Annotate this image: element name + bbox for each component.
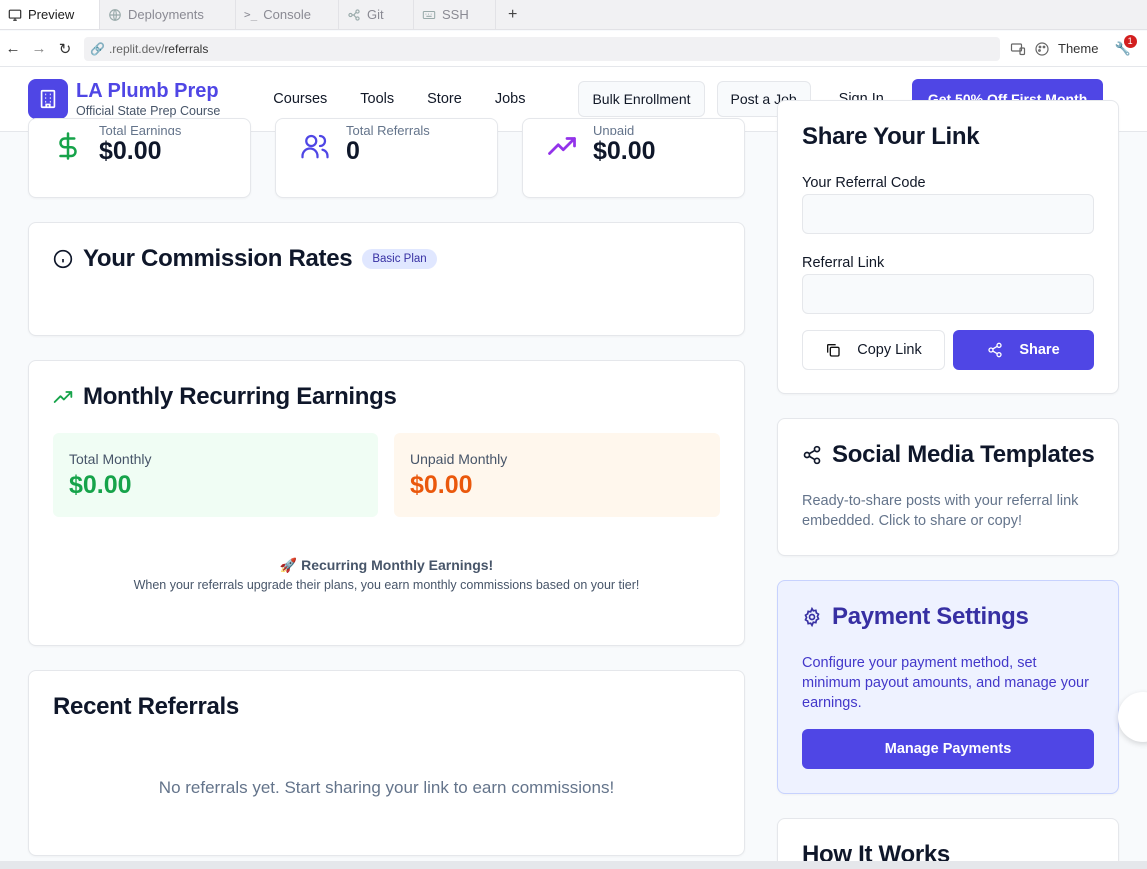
tab-ssh[interactable]: SSH bbox=[414, 0, 496, 29]
total-monthly-label: Total Monthly bbox=[69, 451, 152, 467]
payment-settings-card: Payment Settings Configure your payment … bbox=[777, 580, 1119, 794]
brand-tagline: Official State Prep Course bbox=[76, 104, 221, 118]
dollar-icon bbox=[59, 132, 77, 160]
stat-label: Total Earnings bbox=[99, 123, 182, 135]
nav-courses[interactable]: Courses bbox=[273, 91, 327, 107]
tab-label: Deployments bbox=[128, 7, 204, 22]
tab-label: Git bbox=[367, 7, 384, 22]
bulk-enrollment-button[interactable]: Bulk Enrollment bbox=[578, 81, 705, 117]
unpaid-monthly-box: Unpaid Monthly $0.00 bbox=[394, 433, 720, 517]
building-icon bbox=[40, 89, 56, 109]
logo[interactable] bbox=[28, 79, 68, 119]
link-icon: 🔗 bbox=[90, 41, 105, 56]
horizontal-scrollbar[interactable] bbox=[0, 861, 1147, 869]
share-icon bbox=[988, 342, 1003, 358]
git-icon bbox=[348, 8, 360, 21]
card-title: Your Commission Rates bbox=[83, 245, 353, 272]
total-monthly-value: $0.00 bbox=[69, 471, 132, 499]
address-bar: ← → ↻ 🔗 .replit.dev/referrals Theme 🔧 1 bbox=[0, 31, 1147, 67]
monthly-earnings-card: Monthly Recurring Earnings Total Monthly… bbox=[28, 360, 745, 646]
stat-label: Total Referrals bbox=[346, 123, 430, 135]
total-monthly-box: Total Monthly $0.00 bbox=[53, 433, 378, 517]
share-link-card: Share Your Link Your Referral Code Refer… bbox=[777, 100, 1119, 394]
empty-referrals-message: No referrals yet. Start sharing your lin… bbox=[158, 778, 615, 797]
tab-console[interactable]: >_ Console bbox=[236, 0, 339, 29]
card-title: Monthly Recurring Earnings bbox=[83, 383, 397, 410]
unpaid-monthly-value: $0.00 bbox=[410, 471, 473, 499]
social-templates-description: Ready-to-share posts with your referral … bbox=[802, 493, 1079, 529]
recurring-note-title: Recurring Monthly Earnings! bbox=[301, 557, 494, 573]
social-templates-card: Social Media Templates Ready-to-share po… bbox=[777, 418, 1119, 556]
devices-icon[interactable] bbox=[1010, 41, 1026, 57]
plan-badge: Basic Plan bbox=[362, 249, 437, 269]
payment-settings-description: Configure your payment method, set minim… bbox=[802, 655, 1089, 711]
card-title: Payment Settings bbox=[832, 603, 1029, 630]
stat-value: $0.00 bbox=[593, 137, 656, 165]
stat-card-referrals: Total Referrals 0 bbox=[275, 118, 498, 198]
palette-icon[interactable] bbox=[1034, 41, 1050, 57]
terminal-icon: >_ bbox=[244, 8, 258, 21]
card-title: Recent Referrals bbox=[53, 693, 239, 720]
manage-payments-button[interactable]: Manage Payments bbox=[802, 729, 1094, 769]
floating-chat-button[interactable] bbox=[1118, 692, 1147, 742]
card-title: Share Your Link bbox=[802, 123, 980, 150]
stat-value: $0.00 bbox=[99, 137, 162, 165]
tab-git[interactable]: Git bbox=[339, 0, 414, 29]
referral-code-field[interactable] bbox=[802, 194, 1094, 234]
referral-link-label: Referral Link bbox=[802, 255, 885, 271]
share-label: Share bbox=[1019, 342, 1060, 358]
tab-preview[interactable]: Preview bbox=[0, 0, 100, 29]
monitor-icon bbox=[8, 9, 22, 21]
trending-up-icon bbox=[548, 137, 576, 155]
stat-value: 0 bbox=[346, 137, 360, 165]
brand-name[interactable]: LA Plumb Prep bbox=[76, 80, 220, 103]
copy-link-button[interactable]: Copy Link bbox=[802, 330, 945, 370]
recurring-note-text: When your referrals upgrade their plans,… bbox=[133, 578, 640, 592]
main-nav: Courses Tools Store Jobs bbox=[273, 91, 525, 107]
users-icon bbox=[301, 134, 329, 159]
commission-rates-card: Your Commission Rates Basic Plan bbox=[28, 222, 745, 336]
card-title: Social Media Templates bbox=[832, 441, 1095, 468]
tab-deployments[interactable]: Deployments bbox=[100, 0, 236, 29]
workspace-tab-bar: Preview Deployments >_ Console Git SSH + bbox=[0, 0, 1147, 30]
unpaid-monthly-label: Unpaid Monthly bbox=[410, 451, 508, 467]
tab-label: Console bbox=[263, 7, 311, 22]
referral-code-label: Your Referral Code bbox=[802, 175, 926, 191]
recent-referrals-card: Recent Referrals No referrals yet. Start… bbox=[28, 670, 745, 856]
url-host: .replit.dev/ bbox=[108, 41, 165, 56]
tab-label: Preview bbox=[28, 7, 75, 22]
wrench-icon[interactable]: 🔧 1 bbox=[1114, 34, 1137, 57]
add-tab-button[interactable]: + bbox=[496, 0, 529, 29]
share-icon bbox=[803, 445, 821, 465]
back-icon[interactable]: ← bbox=[0, 40, 26, 57]
stat-card-earnings: Total Earnings $0.00 bbox=[28, 118, 251, 198]
url-field[interactable]: 🔗 .replit.dev/referrals bbox=[84, 36, 1000, 61]
share-button[interactable]: Share bbox=[953, 330, 1094, 370]
info-icon bbox=[53, 249, 73, 269]
stat-card-unpaid: Unpaid $0.00 bbox=[522, 118, 745, 198]
url-path: referrals bbox=[164, 41, 209, 56]
rocket-icon: 🚀 bbox=[279, 557, 298, 573]
tab-label: SSH bbox=[442, 7, 469, 22]
globe-icon bbox=[109, 8, 121, 21]
theme-button[interactable]: Theme bbox=[1058, 41, 1098, 56]
copy-icon bbox=[827, 344, 840, 357]
reload-icon[interactable]: ↻ bbox=[52, 40, 78, 58]
trending-up-icon bbox=[53, 391, 73, 403]
nav-jobs[interactable]: Jobs bbox=[495, 91, 526, 107]
gear-icon bbox=[804, 607, 820, 627]
referral-link-field[interactable] bbox=[802, 274, 1094, 314]
nav-store[interactable]: Store bbox=[427, 91, 462, 107]
nav-tools[interactable]: Tools bbox=[360, 91, 394, 107]
forward-icon[interactable]: → bbox=[26, 40, 52, 57]
stat-label: Unpaid bbox=[593, 123, 635, 135]
copy-link-label: Copy Link bbox=[857, 342, 922, 358]
keyboard-icon bbox=[422, 10, 436, 19]
notification-badge: 1 bbox=[1123, 34, 1137, 48]
